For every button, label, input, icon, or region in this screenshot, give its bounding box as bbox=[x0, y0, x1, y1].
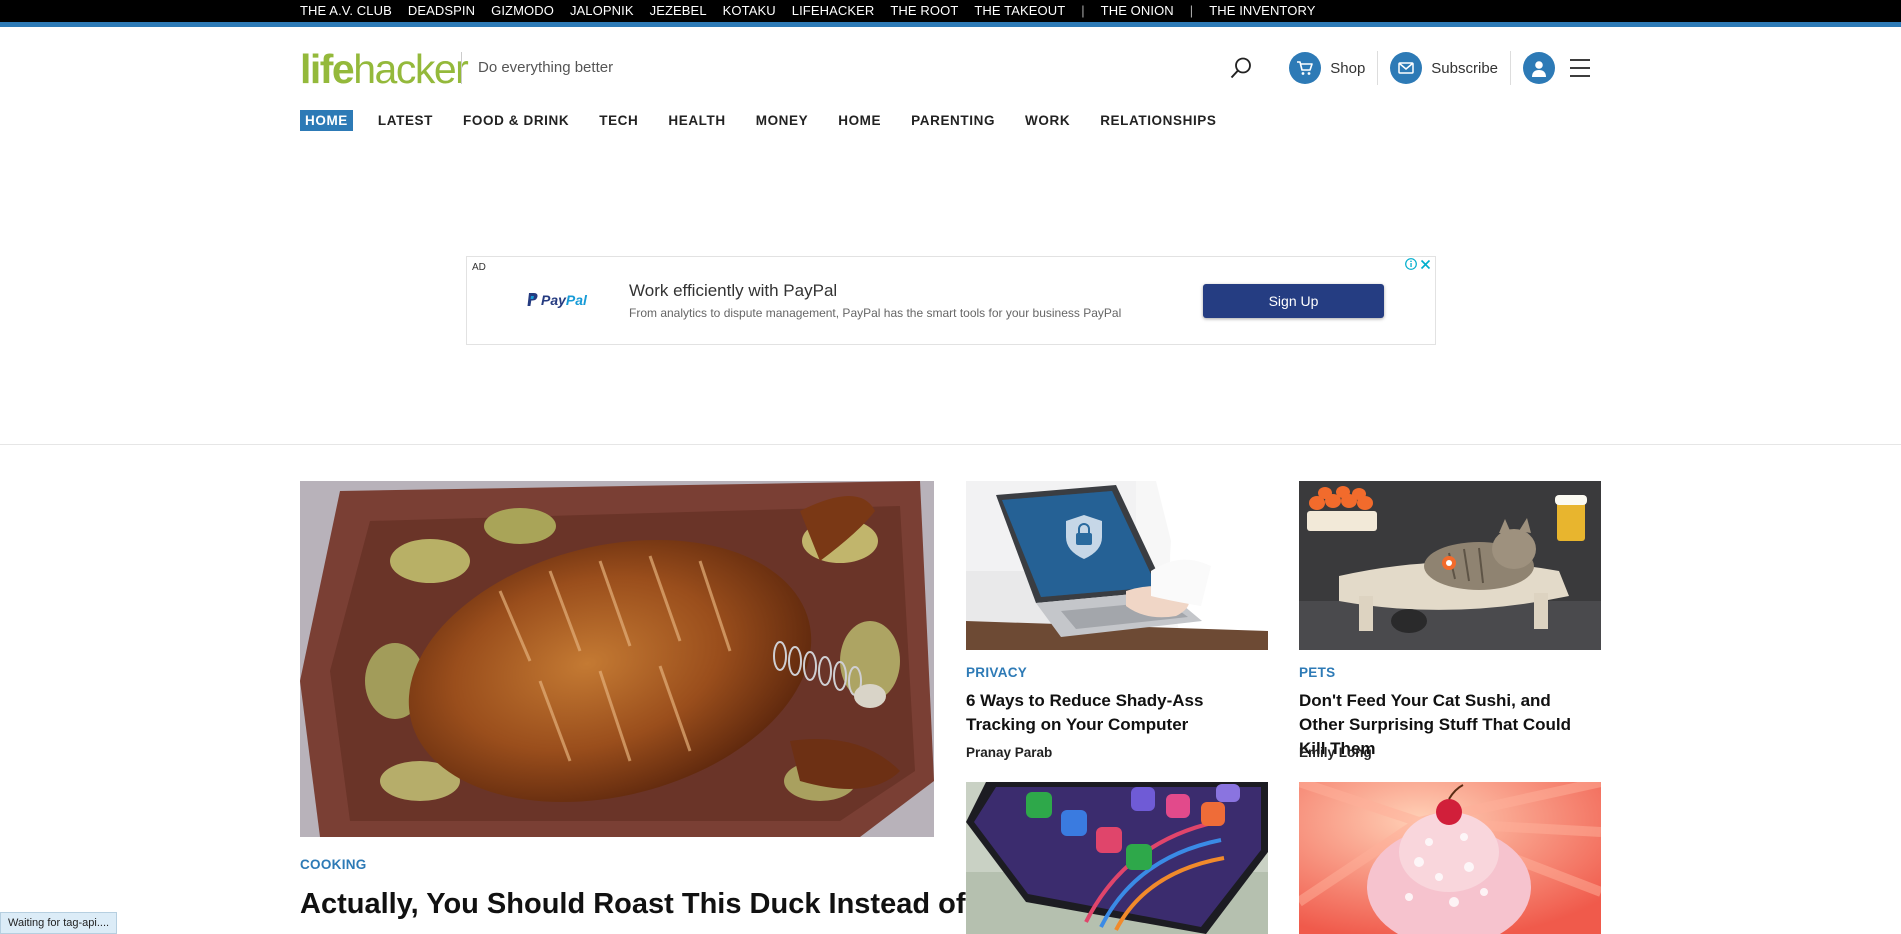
featured-story-image[interactable] bbox=[300, 481, 934, 837]
browser-status-bar: Waiting for tag-api.... bbox=[0, 912, 118, 934]
privacy-story-image[interactable] bbox=[966, 481, 1268, 650]
network-link-jezebel[interactable]: JEZEBEL bbox=[650, 3, 707, 18]
subscribe-button[interactable]: Subscribe bbox=[1390, 52, 1498, 84]
network-link-kotaku[interactable]: KOTAKU bbox=[723, 3, 776, 18]
pets-story-category[interactable]: PETS bbox=[1299, 665, 1335, 680]
nav-item-relationships[interactable]: RELATIONSHIPS bbox=[1095, 110, 1221, 131]
ad-description: From analytics to dispute management, Pa… bbox=[629, 306, 1122, 320]
ad-close-icon[interactable] bbox=[1418, 257, 1433, 271]
site-logo[interactable]: life hacker bbox=[300, 46, 469, 92]
network-link-lifehacker[interactable]: LIFEHACKER bbox=[792, 3, 875, 18]
ad-signup-button[interactable]: Sign Up bbox=[1203, 284, 1384, 318]
pets-story-image[interactable] bbox=[1299, 481, 1601, 650]
nav-item-latest[interactable]: LATEST bbox=[373, 110, 438, 131]
ad-label: AD bbox=[472, 262, 486, 273]
nav-item-home-category[interactable]: HOME bbox=[833, 110, 886, 131]
nav-item-food-drink[interactable]: FOOD & DRINK bbox=[458, 110, 574, 131]
featured-story-category[interactable]: COOKING bbox=[300, 857, 367, 872]
shop-button[interactable]: Shop bbox=[1289, 52, 1365, 84]
nav-item-home[interactable]: HOME bbox=[300, 110, 353, 131]
network-link-the-onion[interactable]: THE ONION bbox=[1101, 3, 1174, 18]
paypal-logo: PayPal bbox=[527, 292, 587, 308]
privacy-story-category[interactable]: PRIVACY bbox=[966, 665, 1027, 680]
mail-icon bbox=[1390, 52, 1423, 84]
nav-item-money[interactable]: MONEY bbox=[751, 110, 814, 131]
nav-item-work[interactable]: WORK bbox=[1020, 110, 1075, 131]
network-bar: THE A.V. CLUB DEADSPIN GIZMODO JALOPNIK … bbox=[0, 0, 1901, 22]
account-button[interactable] bbox=[1523, 52, 1555, 84]
pets-story-author[interactable]: Emily Long bbox=[1299, 745, 1372, 760]
network-link-jalopnik[interactable]: JALOPNIK bbox=[570, 3, 634, 18]
logo-text-life: life bbox=[300, 46, 355, 92]
nav-item-health[interactable]: HEALTH bbox=[663, 110, 730, 131]
ad-headline: Work efficiently with PayPal bbox=[629, 281, 838, 300]
main-nav: HOME LATEST FOOD & DRINK TECH HEALTH MON… bbox=[300, 110, 1242, 131]
logo-divider bbox=[461, 52, 462, 84]
user-icon bbox=[1523, 52, 1555, 84]
logo-text-hacker: hacker bbox=[353, 46, 469, 92]
header-divider bbox=[1510, 51, 1511, 85]
search-button[interactable] bbox=[1229, 56, 1253, 80]
section-divider bbox=[0, 444, 1901, 445]
site-header: life hacker Do everything better Shop Su… bbox=[0, 27, 1901, 137]
network-link-gizmodo[interactable]: GIZMODO bbox=[491, 3, 554, 18]
network-divider: | bbox=[1081, 2, 1085, 18]
site-tagline: Do everything better bbox=[478, 59, 614, 76]
network-link-av-club[interactable]: THE A.V. CLUB bbox=[300, 3, 392, 18]
network-link-the-inventory[interactable]: THE INVENTORY bbox=[1209, 3, 1315, 18]
subscribe-label: Subscribe bbox=[1431, 59, 1498, 77]
network-link-deadspin[interactable]: DEADSPIN bbox=[408, 3, 475, 18]
hamburger-icon bbox=[1570, 59, 1590, 77]
ad-controls bbox=[1403, 257, 1433, 271]
network-link-the-root[interactable]: THE ROOT bbox=[890, 3, 958, 18]
privacy-story-author[interactable]: Pranay Parab bbox=[966, 745, 1052, 760]
network-link-the-takeout[interactable]: THE TAKEOUT bbox=[974, 3, 1065, 18]
privacy-story-headline[interactable]: 6 Ways to Reduce Shady-Ass Tracking on Y… bbox=[966, 689, 1266, 737]
menu-button[interactable] bbox=[1569, 58, 1591, 78]
search-icon bbox=[1231, 57, 1252, 79]
shop-label: Shop bbox=[1330, 59, 1366, 77]
nav-item-parenting[interactable]: PARENTING bbox=[906, 110, 1000, 131]
header-divider bbox=[1377, 51, 1379, 85]
cart-icon bbox=[1289, 52, 1322, 84]
ad-info-icon[interactable] bbox=[1403, 257, 1418, 271]
header-actions: Shop Subscribe bbox=[1229, 51, 1591, 85]
network-divider: | bbox=[1189, 2, 1194, 18]
nav-item-tech[interactable]: TECH bbox=[594, 110, 643, 131]
dessert-story-image[interactable] bbox=[1299, 782, 1601, 934]
phone-story-image[interactable] bbox=[966, 782, 1268, 934]
featured-story-headline[interactable]: Actually, You Should Roast This Duck Ins… bbox=[300, 887, 990, 921]
ad-banner[interactable]: AD PayPal Work efficiently with PayPal F… bbox=[466, 256, 1436, 345]
